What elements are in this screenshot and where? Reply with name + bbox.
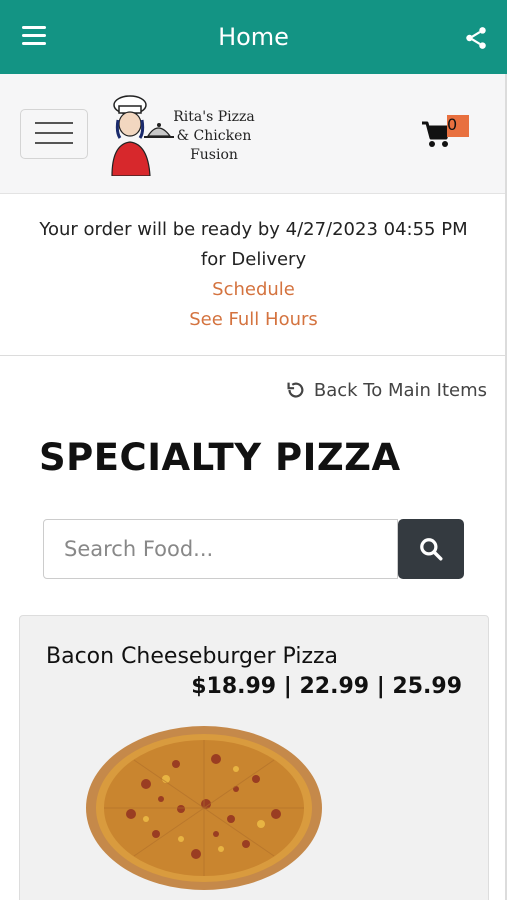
section-title: SPECIALTY PIZZA xyxy=(39,436,401,479)
item-name: Bacon Cheeseburger Pizza xyxy=(46,644,339,669)
menu-item-card[interactable]: Bacon Cheeseburger Pizza $18.99 | 22.99 … xyxy=(19,615,489,900)
see-full-hours-link[interactable]: See Full Hours xyxy=(0,305,507,335)
logo-line: & Chicken xyxy=(176,128,252,144)
back-label: Back To Main Items xyxy=(313,379,487,401)
schedule-link[interactable]: Schedule xyxy=(0,275,507,305)
undo-arrow-icon xyxy=(287,382,304,398)
order-info: Your order will be ready by 4/27/2023 04… xyxy=(0,194,507,356)
page-title: Home xyxy=(218,23,289,51)
nav-toggle-button[interactable] xyxy=(20,109,88,159)
order-mode-text: for Delivery xyxy=(200,249,307,270)
hamburger-menu-icon[interactable] xyxy=(22,26,46,48)
brand-bar: Rita's Pizza & Chicken Fusion xyxy=(0,74,507,194)
app-bar: Home xyxy=(0,0,507,74)
logo-line: Rita's Pizza xyxy=(173,109,255,125)
order-ready-text: Your order will be ready by 4/27/2023 04… xyxy=(39,219,468,240)
back-to-main-items-link[interactable]: Back To Main Items xyxy=(284,379,487,401)
pizza-image xyxy=(86,726,322,890)
logo-line: Fusion xyxy=(190,147,238,163)
share-icon[interactable] xyxy=(463,25,489,51)
item-price: $18.99 | 22.99 | 25.99 xyxy=(191,674,462,699)
cart-count-badge: 0 xyxy=(447,115,469,137)
search-input[interactable] xyxy=(43,519,398,579)
logo-wordmark: Rita's Pizza & Chicken Fusion xyxy=(166,108,262,165)
search-icon xyxy=(420,538,443,561)
search-button[interactable] xyxy=(398,519,464,579)
